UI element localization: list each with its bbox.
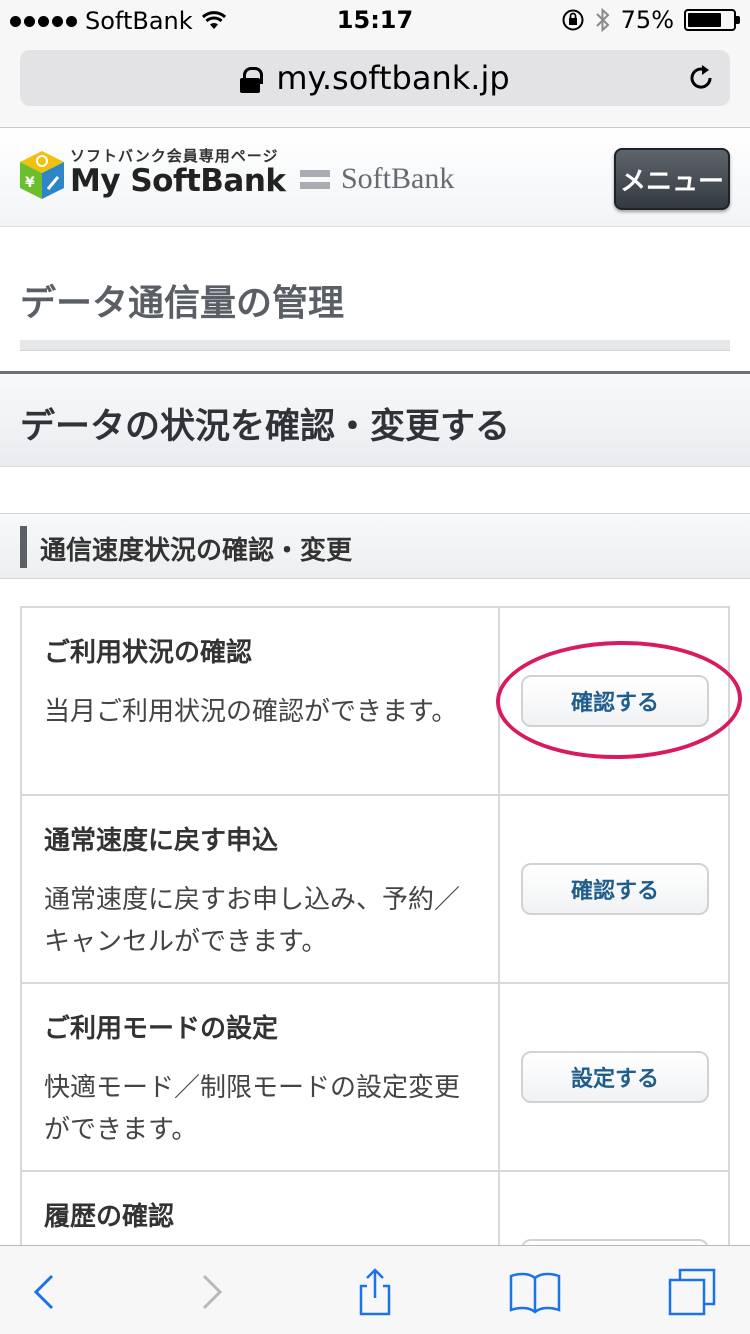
reload-icon[interactable] <box>686 63 716 93</box>
row-title: ご利用モードの設定 <box>44 1014 279 1044</box>
address-bar[interactable]: my.softbank.jp <box>20 50 730 106</box>
row-info: ご利用モードの設定 快適モード／制限モードの設定変更ができます。 <box>22 984 500 1170</box>
battery-percent: 75% <box>620 6 674 34</box>
table-row: 通常速度に戻す申込 通常速度に戻すお申し込み、予約／キャンセルができます。 確認… <box>22 796 728 984</box>
browser-address-area: my.softbank.jp <box>0 40 750 128</box>
row-description: 通常速度に戻すお申し込み、予約／キャンセルができます。 <box>44 885 461 957</box>
bookmarks-icon[interactable] <box>507 1264 563 1320</box>
back-chevron-icon[interactable] <box>16 1264 72 1320</box>
subsection-header: 通信速度状況の確認・変更 <box>0 513 750 579</box>
check-usage-button[interactable]: 確認する <box>521 675 709 727</box>
mode-settings-button[interactable]: 設定する <box>521 1051 709 1103</box>
subsection-marker <box>20 526 27 568</box>
status-bar: SoftBank 15:17 75% <box>0 0 750 40</box>
site-header: ¥ ソフトバンク会員専用ページ My SoftBank SoftBank メニュ… <box>0 129 750 227</box>
row-info: ご利用状況の確認 当月ご利用状況の確認ができます。 <box>22 608 500 794</box>
bluetooth-icon <box>595 7 610 33</box>
row-title: 履歴の確認 <box>44 1202 175 1232</box>
status-right-group: 75% <box>561 6 740 34</box>
rotation-lock-icon <box>562 9 584 31</box>
row-info: 通常速度に戻す申込 通常速度に戻すお申し込み、予約／キャンセルができます。 <box>22 796 500 982</box>
mysoftbank-logo-icon[interactable]: ¥ <box>18 149 66 201</box>
svg-text:¥: ¥ <box>25 175 35 191</box>
row-action: 確認する <box>502 608 728 794</box>
row-description: 快適モード／制限モードの設定変更ができます。 <box>44 1073 461 1145</box>
lock-icon <box>240 67 264 93</box>
forward-chevron-icon[interactable] <box>184 1264 240 1320</box>
title-divider <box>20 340 730 351</box>
options-table: ご利用状況の確認 当月ご利用状況の確認ができます。 確認する 通常速度に戻す申込… <box>20 606 730 1334</box>
share-icon[interactable] <box>347 1264 403 1320</box>
battery-icon <box>684 9 740 31</box>
row-title: ご利用状況の確認 <box>44 638 253 668</box>
row-action: 設定する <box>502 984 728 1170</box>
speed-restore-button[interactable]: 確認する <box>521 863 709 915</box>
softbank-bars-icon <box>300 170 330 192</box>
url-text: my.softbank.jp <box>276 59 510 97</box>
battery-fill <box>688 13 721 27</box>
section-title: データの状況を確認・変更する <box>20 407 511 447</box>
tabs-icon[interactable] <box>666 1264 722 1320</box>
table-row: ご利用モードの設定 快適モード／制限モードの設定変更ができます。 設定する <box>22 984 728 1172</box>
subsection-title: 通信速度状況の確認・変更 <box>40 536 353 566</box>
section-header: データの状況を確認・変更する <box>0 371 750 467</box>
row-description: 当月ご利用状況の確認ができます。 <box>44 697 458 727</box>
page-title: データ通信量の管理 <box>20 283 345 324</box>
row-title: 通常速度に戻す申込 <box>44 826 279 856</box>
logo-title[interactable]: My SoftBank <box>70 163 286 199</box>
row-action: 確認する <box>502 796 728 982</box>
browser-toolbar <box>0 1245 750 1334</box>
table-row: ご利用状況の確認 当月ご利用状況の確認ができます。 確認する <box>22 608 728 796</box>
softbank-brand: SoftBank <box>341 162 455 195</box>
menu-button[interactable]: メニュー <box>614 148 730 210</box>
